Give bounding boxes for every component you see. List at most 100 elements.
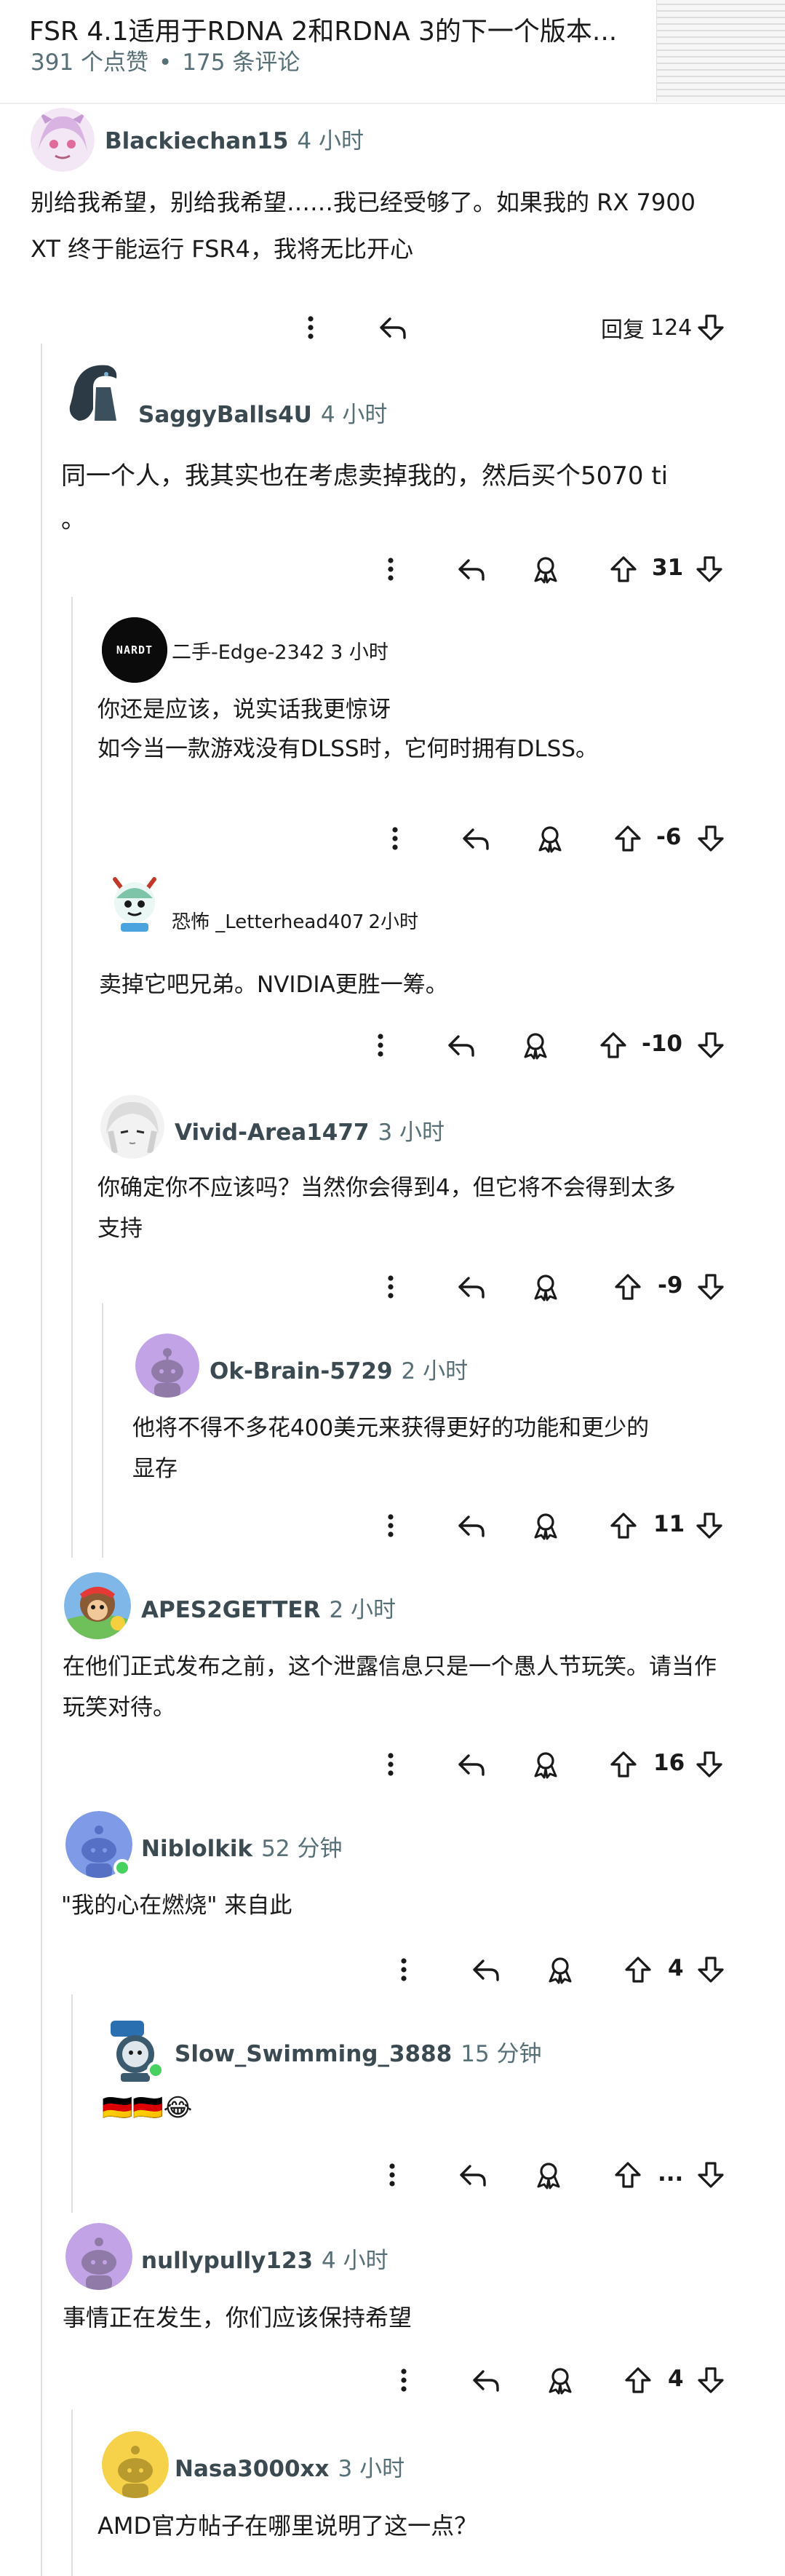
downvote-button[interactable] [693, 1948, 729, 1992]
downvote-button[interactable] [691, 1743, 728, 1786]
avatar[interactable] [65, 2223, 132, 2290]
online-indicator [113, 1859, 131, 1876]
reply-button[interactable] [453, 2153, 493, 2197]
comment-author[interactable]: Niblolkik [141, 1836, 252, 1862]
upvote-button[interactable] [610, 1265, 646, 1309]
thread-line[interactable] [71, 597, 73, 1558]
more-options-icon [388, 1275, 394, 1299]
upvote-button[interactable] [605, 547, 642, 591]
comment-body: AMD官方帖子在哪里说明了这一点？ [97, 2512, 478, 2540]
comment-author[interactable]: 恐怖 _Letterhead407 [172, 907, 364, 934]
avatar[interactable] [102, 2015, 169, 2082]
comment-author[interactable]: nullypully123 [141, 2248, 313, 2274]
upvote-arrow-icon [625, 1957, 651, 1983]
more-options-icon [392, 827, 398, 850]
more-options-button[interactable] [386, 2358, 422, 2402]
thread-line[interactable] [41, 344, 42, 2576]
downvote-button[interactable] [693, 817, 729, 860]
upvote-button[interactable] [620, 1948, 656, 1992]
post-title[interactable]: FSR 4.1适用于RDNA 2和RDNA 3的下一个版本... [29, 10, 617, 48]
downvote-button[interactable] [693, 306, 729, 349]
comment-header: Niblolkik 52 分钟 [141, 1830, 342, 1863]
comment-author[interactable]: APES2GETTER [141, 1597, 320, 1623]
downvote-button[interactable] [693, 2153, 729, 2197]
reply-button[interactable] [466, 1948, 506, 1992]
avatar[interactable] [64, 1572, 131, 1639]
avatar[interactable] [31, 108, 95, 172]
comment-total: 175 条评论 [182, 49, 300, 76]
upvote-total: 391 个点赞 [31, 49, 149, 76]
comment-author[interactable]: Blackiechan15 [105, 128, 288, 154]
award-icon [534, 1513, 557, 1540]
comment-time: 4 小时 [320, 402, 388, 428]
avatar[interactable] [100, 1095, 164, 1159]
post-header[interactable]: FSR 4.1适用于RDNA 2和RDNA 3的下一个版本... 391 个点赞… [0, 0, 785, 104]
comment-author[interactable]: Vivid-Area1477 [175, 1119, 369, 1146]
downvote-button[interactable] [693, 1023, 729, 1067]
award-button[interactable] [525, 1265, 566, 1309]
reply-button[interactable] [451, 1504, 492, 1547]
vote-count: 16 [653, 1750, 685, 1776]
avatar[interactable] [60, 358, 127, 425]
downvote-button[interactable] [693, 1265, 729, 1309]
comment-body: 他将不得不多花400美元来获得更好的功能和更少的 显存 [132, 1415, 650, 1482]
more-options-button[interactable] [386, 1948, 422, 1992]
reply-button[interactable] [451, 1265, 492, 1309]
award-button[interactable] [515, 1023, 556, 1067]
comment-author[interactable]: SaggyBalls4U [138, 402, 312, 428]
upvote-button[interactable] [605, 1743, 642, 1786]
downvote-button[interactable] [693, 2358, 729, 2402]
more-options-button[interactable] [374, 2153, 410, 2197]
comment-actions: -10 [0, 1023, 785, 1067]
award-button[interactable] [525, 1743, 566, 1786]
comment-author[interactable]: 二手-Edge-2342 [172, 636, 324, 665]
award-icon [549, 1957, 572, 1984]
avatar[interactable] [65, 1811, 132, 1878]
comment-author[interactable]: Nasa3000xx [175, 2456, 330, 2482]
more-options-button[interactable] [372, 1743, 409, 1786]
comment-header: Ok-Brain-5729 2 小时 [210, 1352, 468, 1385]
award-button[interactable] [540, 1948, 581, 1992]
post-thumbnail[interactable] [656, 0, 785, 102]
reply-button[interactable] [372, 306, 413, 349]
comment-header: 二手-Edge-2342 3 小时 [172, 636, 388, 665]
more-options-button[interactable] [362, 1023, 399, 1067]
comment-body: 同一个人，我其实也在考虑卖掉我的，然后买个5070 ti 。 [61, 461, 669, 534]
reply-button[interactable] [466, 2358, 506, 2402]
comment-body: 你还是应该，说实话我更惊讶 如今当一款游戏没有DLSS时，它何时拥有DLSS。 [97, 697, 598, 762]
upvote-button[interactable] [620, 2358, 656, 2402]
downvote-button[interactable] [691, 1504, 728, 1547]
more-options-button[interactable] [377, 817, 413, 860]
comment-header: Vivid-Area1477 3 小时 [175, 1114, 445, 1146]
online-indicator [147, 2061, 164, 2079]
award-button[interactable] [525, 547, 566, 591]
downvote-button[interactable] [691, 547, 728, 591]
comment-actions: -6 [0, 817, 785, 860]
view-replies-button[interactable]: 回复 124 [601, 306, 692, 349]
reply-button[interactable] [441, 1023, 482, 1067]
avatar[interactable] [135, 1333, 199, 1398]
award-button[interactable] [525, 1504, 566, 1547]
thread-line[interactable] [71, 2409, 73, 2576]
upvote-button[interactable] [610, 817, 646, 860]
reply-button[interactable] [451, 1743, 492, 1786]
avatar[interactable] [102, 2431, 169, 2498]
comment-author[interactable]: Ok-Brain-5729 [210, 1358, 393, 1384]
award-button[interactable] [540, 2358, 581, 2402]
more-options-button[interactable] [372, 1265, 409, 1309]
reply-button[interactable] [451, 547, 492, 591]
downvote-arrow-icon [698, 1274, 724, 1300]
upvote-button[interactable] [595, 1023, 631, 1067]
avatar[interactable]: NARDT [102, 617, 167, 683]
award-button[interactable] [528, 2153, 569, 2197]
award-button[interactable] [530, 817, 570, 860]
upvote-button[interactable] [605, 1504, 642, 1547]
avatar[interactable] [102, 869, 167, 935]
more-options-button[interactable] [372, 1504, 409, 1547]
comment-author[interactable]: Slow_Swimming_3888 [175, 2041, 452, 2067]
upvote-button[interactable] [610, 2153, 646, 2197]
more-options-button[interactable] [292, 306, 329, 349]
award-icon [524, 1033, 547, 1060]
more-options-button[interactable] [372, 547, 409, 591]
reply-button[interactable] [455, 817, 496, 860]
